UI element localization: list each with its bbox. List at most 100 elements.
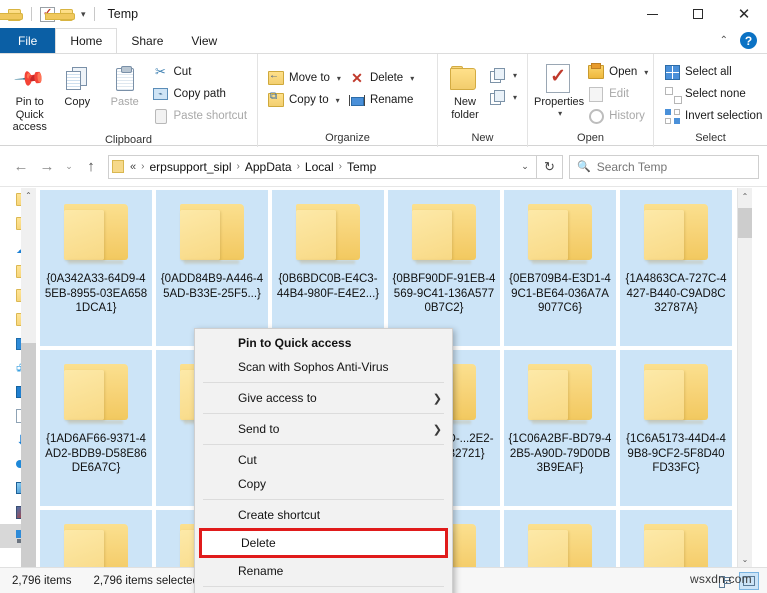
- qat-new-folder-icon[interactable]: [60, 8, 75, 21]
- folder-icon: [60, 202, 132, 264]
- nav-pane-scrollbar[interactable]: ⌃ ⌄: [21, 188, 36, 567]
- copy-to-caret-icon[interactable]: ▾: [336, 96, 340, 105]
- open-caret-icon[interactable]: ▾: [644, 68, 648, 77]
- pin-to-quick-access-button[interactable]: 📌 Pin to Quick access: [6, 58, 54, 134]
- close-button[interactable]: ✕: [721, 0, 767, 28]
- nav-scroll-thumb[interactable]: [21, 343, 36, 567]
- context-menu-item-pin-to-quick-access[interactable]: Pin to Quick access: [195, 331, 452, 355]
- delete-caret-icon[interactable]: ▾: [410, 74, 414, 83]
- context-menu-item-delete[interactable]: Delete: [202, 531, 445, 555]
- scroll-thumb[interactable]: [738, 208, 752, 238]
- breadcrumb-item-1[interactable]: AppData: [245, 160, 292, 174]
- history-button[interactable]: History: [584, 105, 652, 127]
- search-box[interactable]: 🔍 Search Temp: [569, 155, 759, 179]
- tab-file[interactable]: File: [0, 28, 55, 53]
- move-to-caret-icon[interactable]: ▾: [337, 74, 341, 83]
- breadcrumb-item-2[interactable]: Local: [305, 160, 334, 174]
- file-tile[interactable]: {1A4863CA-727C-4427-B440-C9AD8C32787A}: [620, 190, 732, 346]
- scroll-down-icon[interactable]: ⌄: [738, 551, 752, 567]
- easy-access-button[interactable]: ▾: [486, 86, 521, 108]
- move-to-button[interactable]: Move to ▾: [264, 67, 345, 89]
- file-tile[interactable]: {0B6BDC0B-E4C3-44B4-980F-E4E2...}: [272, 190, 384, 346]
- scroll-up-icon[interactable]: ⌃: [738, 188, 752, 204]
- new-item-button[interactable]: ▾: [486, 64, 521, 86]
- file-tile[interactable]: [620, 510, 732, 567]
- open-button[interactable]: Open ▾: [584, 61, 652, 83]
- nav-scroll-track[interactable]: [21, 203, 36, 552]
- breadcrumb-item-0[interactable]: erpsupport_sipl: [149, 160, 231, 174]
- paste-button[interactable]: Paste: [101, 58, 149, 109]
- minimize-button[interactable]: [629, 0, 675, 28]
- file-list-scrollbar[interactable]: ⌃ ⌄: [737, 188, 752, 567]
- breadcrumb-overflow[interactable]: «: [130, 161, 136, 173]
- copy-path-button[interactable]: ⌁ Copy path: [149, 83, 252, 105]
- refresh-button[interactable]: ↻: [537, 155, 563, 179]
- help-icon[interactable]: ?: [740, 32, 757, 49]
- cut-button[interactable]: ✂ Cut: [149, 61, 252, 83]
- paste-shortcut-button[interactable]: Paste shortcut: [149, 105, 252, 127]
- recent-locations-button[interactable]: ⌄: [60, 154, 78, 180]
- search-input[interactable]: Search Temp: [597, 160, 667, 174]
- file-tile[interactable]: {1C6A5173-44D4-49B8-9CF2-5F8D40FD33FC}: [620, 350, 732, 506]
- breadcrumb-item-3[interactable]: Temp: [347, 160, 376, 174]
- file-tile[interactable]: {0ADD84B9-A446-45AD-B33E-25F5...}: [156, 190, 268, 346]
- copy-button[interactable]: Copy: [54, 58, 102, 109]
- tab-view[interactable]: View: [177, 28, 231, 53]
- properties-button[interactable]: ✓ Properties ▾: [534, 58, 584, 118]
- file-tile[interactable]: {1C06A2BF-BD79-42B5-A90D-79D0DB3B9EAF}: [504, 350, 616, 506]
- nav-scroll-up-icon[interactable]: ⌃: [21, 188, 36, 203]
- breadcrumb-folder-icon: [112, 160, 126, 173]
- qat-customize-caret-icon[interactable]: ▾: [81, 10, 86, 19]
- select-none-button[interactable]: Select none: [660, 83, 766, 105]
- breadcrumb[interactable]: « › erpsupport_sipl › AppData › Local › …: [108, 155, 537, 179]
- context-menu-item-give-access-to[interactable]: Give access to ❯: [195, 386, 452, 410]
- file-tile[interactable]: {0A342A33-64D9-45EB-8955-03EA6581DCA1}: [40, 190, 152, 346]
- forward-button[interactable]: →: [34, 154, 60, 180]
- context-menu-item-scan-with-sophos[interactable]: Scan with Sophos Anti-Virus: [195, 355, 452, 379]
- breadcrumb-chevron-2[interactable]: ›: [297, 161, 300, 172]
- rename-button[interactable]: Rename: [345, 89, 418, 111]
- file-explorer-window: ▾ Temp ✕ File Home Share View ⌃ ? 📌 Pin …: [0, 0, 767, 593]
- delete-label: Delete: [370, 72, 403, 84]
- maximize-button[interactable]: [675, 0, 721, 28]
- new-item-icon: [490, 67, 506, 83]
- file-name: {0B6BDC0B-E4C3-44B4-980F-E4E2...}: [276, 272, 380, 301]
- edit-icon: [588, 86, 604, 102]
- new-item-caret-icon[interactable]: ▾: [513, 71, 517, 80]
- copy-to-button[interactable]: Copy to ▾: [264, 89, 345, 111]
- ribbon-group-clipboard: 📌 Pin to Quick access Copy Paste ✂: [0, 54, 258, 147]
- navigation-pane: ☁ 🖧 ⬇ ⌃ ⌄: [0, 188, 36, 567]
- file-tile[interactable]: [504, 510, 616, 567]
- context-menu[interactable]: Pin to Quick access Scan with Sophos Ant…: [194, 328, 453, 593]
- up-button[interactable]: ↑: [78, 154, 104, 180]
- context-menu-item-cut[interactable]: Cut: [195, 448, 452, 472]
- easy-access-caret-icon[interactable]: ▾: [513, 93, 517, 102]
- delete-button[interactable]: ✕ Delete ▾: [345, 67, 418, 89]
- file-tile[interactable]: {1AD6AF66-9371-4AD2-BDB9-D58E86DE6A7C}: [40, 350, 152, 506]
- select-all-button[interactable]: Select all: [660, 61, 766, 83]
- file-tile[interactable]: [40, 510, 152, 567]
- new-folder-button[interactable]: New folder: [444, 58, 486, 121]
- select-all-label: Select all: [685, 66, 732, 78]
- breadcrumb-dropdown-icon[interactable]: ⌄: [514, 161, 536, 172]
- tab-home[interactable]: Home: [55, 28, 117, 53]
- context-menu-item-copy[interactable]: Copy: [195, 472, 452, 496]
- back-button[interactable]: ←: [8, 154, 34, 180]
- context-menu-separator: [203, 444, 444, 445]
- context-menu-item-send-to[interactable]: Send to ❯: [195, 417, 452, 441]
- tab-share[interactable]: Share: [117, 28, 177, 53]
- context-menu-item-rename[interactable]: Rename: [195, 559, 452, 583]
- context-menu-item-create-shortcut[interactable]: Create shortcut: [195, 503, 452, 527]
- delete-highlight-box: Delete: [199, 528, 448, 558]
- group-label-open: Open: [534, 132, 647, 147]
- collapse-ribbon-icon[interactable]: ⌃: [720, 35, 728, 46]
- breadcrumb-chevron-3[interactable]: ›: [339, 161, 342, 172]
- scroll-track[interactable]: [738, 204, 752, 551]
- file-tile[interactable]: {0BBF90DF-91EB-4569-9C41-136A5770B7C2}: [388, 190, 500, 346]
- edit-button[interactable]: Edit: [584, 83, 652, 105]
- invert-selection-button[interactable]: Invert selection: [660, 105, 766, 127]
- file-tile[interactable]: {0EB709B4-E3D1-49C1-BE64-036A7A9077C6}: [504, 190, 616, 346]
- breadcrumb-chevron-0: ›: [141, 161, 144, 172]
- properties-caret-icon[interactable]: ▾: [558, 109, 562, 118]
- breadcrumb-chevron-1[interactable]: ›: [237, 161, 240, 172]
